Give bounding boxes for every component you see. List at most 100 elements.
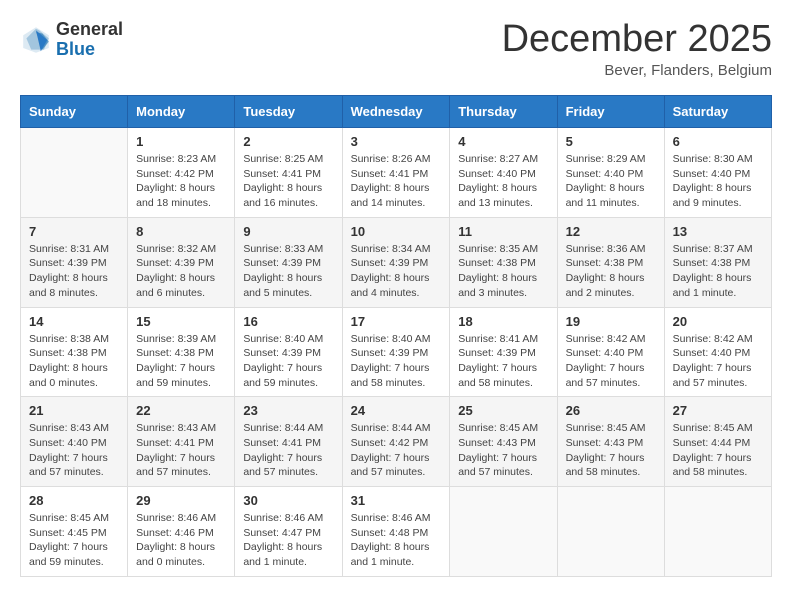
day-number: 26 (566, 403, 656, 418)
day-detail: Sunrise: 8:32 AM Sunset: 4:39 PM Dayligh… (136, 242, 226, 301)
day-number: 6 (673, 134, 763, 149)
day-number: 13 (673, 224, 763, 239)
day-detail: Sunrise: 8:39 AM Sunset: 4:38 PM Dayligh… (136, 332, 226, 391)
calendar-week-2: 7Sunrise: 8:31 AM Sunset: 4:39 PM Daylig… (21, 217, 772, 307)
day-detail: Sunrise: 8:45 AM Sunset: 4:43 PM Dayligh… (458, 421, 548, 480)
day-detail: Sunrise: 8:43 AM Sunset: 4:41 PM Dayligh… (136, 421, 226, 480)
calendar-cell: 3 Sunrise: 8:26 AM Sunset: 4:41 PM Daylig… (342, 128, 450, 218)
day-number: 8 (136, 224, 226, 239)
calendar-cell: 7Sunrise: 8:31 AM Sunset: 4:39 PM Daylig… (21, 217, 128, 307)
day-number: 21 (29, 403, 119, 418)
page-header: General Blue December 2025 Bever, Flande… (20, 20, 772, 79)
calendar-cell: 1Sunrise: 8:23 AM Sunset: 4:42 PM Daylig… (128, 128, 235, 218)
calendar-cell: 31 Sunrise: 8:46 AM Sunset: 4:48 PM Dayli… (342, 487, 450, 577)
calendar-cell: 15 Sunrise: 8:39 AM Sunset: 4:38 PM Dayli… (128, 307, 235, 397)
calendar-week-4: 21 Sunrise: 8:43 AM Sunset: 4:40 PM Dayli… (21, 397, 772, 487)
day-number: 4 (458, 134, 548, 149)
day-number: 14 (29, 314, 119, 329)
calendar-week-1: 1Sunrise: 8:23 AM Sunset: 4:42 PM Daylig… (21, 128, 772, 218)
day-number: 28 (29, 493, 119, 508)
day-detail: Sunrise: 8:46 AM Sunset: 4:47 PM Dayligh… (243, 511, 333, 570)
day-detail: Sunrise: 8:40 AM Sunset: 4:39 PM Dayligh… (243, 332, 333, 391)
day-number: 15 (136, 314, 226, 329)
calendar-cell: 27Sunrise: 8:45 AM Sunset: 4:44 PM Dayli… (664, 397, 771, 487)
day-header-thursday: Thursday (450, 96, 557, 128)
calendar-cell (450, 487, 557, 577)
day-detail: Sunrise: 8:45 AM Sunset: 4:43 PM Dayligh… (566, 421, 656, 480)
day-detail: Sunrise: 8:35 AM Sunset: 4:38 PM Dayligh… (458, 242, 548, 301)
calendar-cell: 10Sunrise: 8:34 AM Sunset: 4:39 PM Dayli… (342, 217, 450, 307)
day-header-wednesday: Wednesday (342, 96, 450, 128)
calendar-cell: 22 Sunrise: 8:43 AM Sunset: 4:41 PM Dayli… (128, 397, 235, 487)
day-number: 22 (136, 403, 226, 418)
day-detail: Sunrise: 8:36 AM Sunset: 4:38 PM Dayligh… (566, 242, 656, 301)
day-number: 18 (458, 314, 548, 329)
day-number: 17 (351, 314, 442, 329)
calendar-week-5: 28 Sunrise: 8:45 AM Sunset: 4:45 PM Dayli… (21, 487, 772, 577)
calendar-cell: 5 Sunrise: 8:29 AM Sunset: 4:40 PM Daylig… (557, 128, 664, 218)
calendar-header-row: SundayMondayTuesdayWednesdayThursdayFrid… (21, 96, 772, 128)
calendar-cell: 11 Sunrise: 8:35 AM Sunset: 4:38 PM Dayli… (450, 217, 557, 307)
day-number: 7 (29, 224, 119, 239)
calendar-cell: 17 Sunrise: 8:40 AM Sunset: 4:39 PM Dayli… (342, 307, 450, 397)
calendar-week-3: 14 Sunrise: 8:38 AM Sunset: 4:38 PM Dayli… (21, 307, 772, 397)
day-detail: Sunrise: 8:41 AM Sunset: 4:39 PM Dayligh… (458, 332, 548, 391)
day-detail: Sunrise: 8:26 AM Sunset: 4:41 PM Dayligh… (351, 152, 442, 211)
calendar-cell: 20Sunrise: 8:42 AM Sunset: 4:40 PM Dayli… (664, 307, 771, 397)
day-number: 12 (566, 224, 656, 239)
calendar-cell: 23Sunrise: 8:44 AM Sunset: 4:41 PM Dayli… (235, 397, 342, 487)
day-header-saturday: Saturday (664, 96, 771, 128)
day-detail: Sunrise: 8:46 AM Sunset: 4:48 PM Dayligh… (351, 511, 442, 570)
day-header-tuesday: Tuesday (235, 96, 342, 128)
calendar-cell: 19Sunrise: 8:42 AM Sunset: 4:40 PM Dayli… (557, 307, 664, 397)
day-detail: Sunrise: 8:43 AM Sunset: 4:40 PM Dayligh… (29, 421, 119, 480)
calendar-cell: 26 Sunrise: 8:45 AM Sunset: 4:43 PM Dayli… (557, 397, 664, 487)
day-detail: Sunrise: 8:37 AM Sunset: 4:38 PM Dayligh… (673, 242, 763, 301)
day-number: 23 (243, 403, 333, 418)
month-title: December 2025 (502, 20, 772, 58)
calendar-cell: 30 Sunrise: 8:46 AM Sunset: 4:47 PM Dayli… (235, 487, 342, 577)
day-number: 3 (351, 134, 442, 149)
day-number: 25 (458, 403, 548, 418)
day-number: 9 (243, 224, 333, 239)
calendar-cell: 24 Sunrise: 8:44 AM Sunset: 4:42 PM Dayli… (342, 397, 450, 487)
calendar-cell: 4Sunrise: 8:27 AM Sunset: 4:40 PM Daylig… (450, 128, 557, 218)
day-number: 30 (243, 493, 333, 508)
day-number: 24 (351, 403, 442, 418)
day-detail: Sunrise: 8:34 AM Sunset: 4:39 PM Dayligh… (351, 242, 442, 301)
day-number: 19 (566, 314, 656, 329)
calendar-cell: 14 Sunrise: 8:38 AM Sunset: 4:38 PM Dayli… (21, 307, 128, 397)
day-detail: Sunrise: 8:45 AM Sunset: 4:44 PM Dayligh… (673, 421, 763, 480)
day-number: 31 (351, 493, 442, 508)
day-detail: Sunrise: 8:40 AM Sunset: 4:39 PM Dayligh… (351, 332, 442, 391)
logo-icon (20, 24, 52, 56)
calendar-cell: 6 Sunrise: 8:30 AM Sunset: 4:40 PM Daylig… (664, 128, 771, 218)
day-detail: Sunrise: 8:44 AM Sunset: 4:42 PM Dayligh… (351, 421, 442, 480)
day-number: 11 (458, 224, 548, 239)
title-section: December 2025 Bever, Flanders, Belgium (502, 20, 772, 79)
day-number: 5 (566, 134, 656, 149)
logo-blue-text: Blue (56, 40, 123, 60)
calendar-cell: 16 Sunrise: 8:40 AM Sunset: 4:39 PM Dayli… (235, 307, 342, 397)
day-detail: Sunrise: 8:30 AM Sunset: 4:40 PM Dayligh… (673, 152, 763, 211)
calendar-cell: 21 Sunrise: 8:43 AM Sunset: 4:40 PM Dayli… (21, 397, 128, 487)
day-number: 1 (136, 134, 226, 149)
day-detail: Sunrise: 8:29 AM Sunset: 4:40 PM Dayligh… (566, 152, 656, 211)
day-number: 29 (136, 493, 226, 508)
day-detail: Sunrise: 8:45 AM Sunset: 4:45 PM Dayligh… (29, 511, 119, 570)
calendar-cell: 9Sunrise: 8:33 AM Sunset: 4:39 PM Daylig… (235, 217, 342, 307)
day-detail: Sunrise: 8:38 AM Sunset: 4:38 PM Dayligh… (29, 332, 119, 391)
calendar-cell: 28 Sunrise: 8:45 AM Sunset: 4:45 PM Dayli… (21, 487, 128, 577)
day-header-sunday: Sunday (21, 96, 128, 128)
calendar-cell (664, 487, 771, 577)
day-header-monday: Monday (128, 96, 235, 128)
day-number: 2 (243, 134, 333, 149)
calendar-cell: 25 Sunrise: 8:45 AM Sunset: 4:43 PM Dayli… (450, 397, 557, 487)
day-number: 16 (243, 314, 333, 329)
calendar-cell: 12 Sunrise: 8:36 AM Sunset: 4:38 PM Dayli… (557, 217, 664, 307)
calendar-cell (557, 487, 664, 577)
calendar-cell: 8 Sunrise: 8:32 AM Sunset: 4:39 PM Daylig… (128, 217, 235, 307)
location: Bever, Flanders, Belgium (502, 62, 772, 79)
calendar-cell: 13 Sunrise: 8:37 AM Sunset: 4:38 PM Dayli… (664, 217, 771, 307)
logo-general-text: General (56, 20, 123, 40)
